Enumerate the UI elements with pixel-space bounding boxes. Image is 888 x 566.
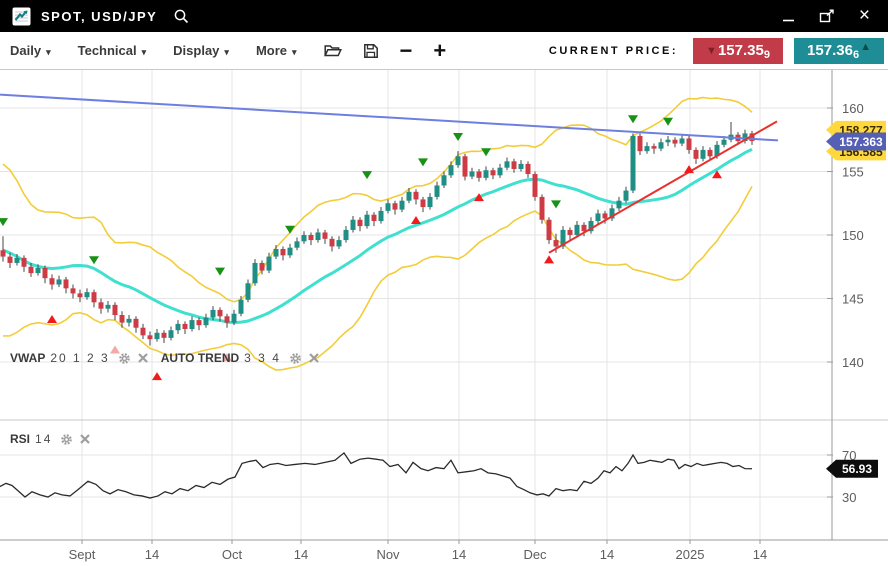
- vwap-line: [3, 149, 752, 322]
- sell-signal-icon: [89, 256, 99, 264]
- vwap-name: VWAP: [10, 351, 45, 365]
- svg-text:157.363: 157.363: [839, 135, 883, 149]
- time-axis-labels: Sept 14 Oct 14 Nov 14 Dec 14 2025 14: [69, 540, 768, 562]
- sell-signal-icon: [285, 226, 295, 234]
- time-tick-label: Oct: [222, 547, 243, 562]
- window-controls: ×: [782, 8, 876, 24]
- sell-signal-icon: [215, 268, 225, 276]
- buy-signal-icon: [152, 372, 162, 380]
- axes: [0, 70, 888, 540]
- time-tick-label: Sept: [69, 547, 96, 562]
- price-tick-label: 155: [842, 165, 864, 180]
- support-trendline: [549, 121, 777, 252]
- minimize-button[interactable]: [782, 8, 795, 24]
- last-price-tag: 157.363: [826, 132, 886, 150]
- grid-lines: [0, 70, 832, 540]
- rsi-line: [0, 453, 752, 498]
- current-price-area: CURRENT PRICE: ▼157.359 157.366▲: [549, 38, 884, 64]
- save-icon[interactable]: [363, 43, 379, 59]
- window-titlebar: SPOT, USD/JPY ×: [0, 0, 888, 32]
- chart-toolbar: Daily▾ Technical▾ Display▾ More▾ − + CUR…: [0, 32, 888, 70]
- time-tick-label: 14: [294, 547, 308, 562]
- svg-text:56.93: 56.93: [842, 462, 872, 476]
- buy-signal-icon: [411, 216, 421, 224]
- chart-area: 1601551501451407030Sept14Oct14Nov14Dec14…: [0, 70, 888, 566]
- rsi-settings-gear-icon[interactable]: [60, 433, 73, 446]
- rsi-tick-label: 30: [842, 490, 856, 505]
- buy-signal-icon: [47, 315, 57, 323]
- buy-price-pip: 6: [853, 49, 859, 61]
- sell-price-button[interactable]: ▼157.359: [693, 38, 783, 64]
- vwap-remove-icon[interactable]: [138, 353, 148, 363]
- window-title: SPOT, USD/JPY: [41, 9, 157, 24]
- auto-trend-name: AUTO TREND: [161, 351, 239, 365]
- sell-price-pip: 9: [764, 49, 770, 61]
- menu-more[interactable]: More▾: [256, 43, 297, 58]
- auto-trend-lines: [0, 95, 778, 253]
- time-tick-label: 2025: [676, 547, 705, 562]
- price-tick-label: 150: [842, 228, 864, 243]
- sell-signal-icon: [0, 218, 8, 226]
- resistance-trendline: [0, 95, 778, 141]
- auto-trend-settings-gear-icon[interactable]: [289, 352, 302, 365]
- sell-signal-icon: [628, 115, 638, 123]
- rsi-plot: [0, 453, 752, 498]
- current-price-label: CURRENT PRICE:: [549, 45, 678, 57]
- time-tick-label: 14: [452, 547, 466, 562]
- search-icon[interactable]: [173, 8, 190, 25]
- time-tick-label: Dec: [523, 547, 547, 562]
- time-tick-label: 14: [145, 547, 159, 562]
- vwap-line: [3, 149, 752, 322]
- popout-button[interactable]: [819, 8, 835, 24]
- zoom-out-button[interactable]: −: [400, 41, 413, 61]
- rsi-name: RSI: [10, 432, 30, 446]
- auto-trend-params: 3 3 4: [244, 351, 281, 365]
- sell-signal-icon: [481, 148, 491, 156]
- vwap-params: 20 1 2 3: [50, 351, 109, 365]
- sell-signal-icon: [551, 200, 561, 208]
- buy-price-button[interactable]: 157.366▲: [794, 38, 884, 64]
- rsi-params: 14: [35, 432, 52, 446]
- sell-signal-icon: [362, 171, 372, 179]
- zoom-in-button[interactable]: +: [433, 41, 446, 61]
- rsi-value-tag: 56.93: [826, 460, 878, 478]
- menu-technical[interactable]: Technical▾: [78, 43, 147, 58]
- chevron-down-icon: ▾: [224, 47, 229, 57]
- line-chart-app-icon: [12, 7, 31, 26]
- rsi-remove-icon[interactable]: [80, 434, 90, 444]
- buy-price-value: 157.36: [807, 42, 853, 59]
- vwap-indicator-label: VWAP 20 1 2 3 AUTO TREND 3 3 4: [10, 351, 326, 365]
- chart-window: SPOT, USD/JPY × Daily▾ Technical▾: [0, 0, 888, 566]
- chevron-down-icon: ▾: [46, 47, 51, 57]
- chevron-down-icon: ▾: [142, 47, 147, 57]
- time-tick-label: 14: [753, 547, 767, 562]
- candles: [1, 122, 755, 346]
- arrow-up-icon: ▲: [860, 41, 871, 53]
- price-tick-label: 140: [842, 355, 864, 370]
- signal-markers: [0, 115, 722, 380]
- price-tick-label: 145: [842, 292, 864, 307]
- price-axis-labels: 1601551501451407030: [827, 101, 864, 505]
- sell-price-value: 157.35: [718, 42, 764, 59]
- rsi-indicator-label: RSI 14: [10, 432, 97, 446]
- auto-trend-remove-icon[interactable]: [309, 353, 319, 363]
- sell-signal-icon: [453, 133, 463, 141]
- price-tick-label: 160: [842, 101, 864, 116]
- menu-timeframe[interactable]: Daily▾: [10, 43, 51, 58]
- time-tick-label: Nov: [376, 547, 400, 562]
- sell-signal-icon: [418, 158, 428, 166]
- close-button[interactable]: ×: [859, 8, 870, 24]
- sell-signal-icon: [663, 118, 673, 126]
- chevron-down-icon: ▾: [292, 47, 297, 57]
- menu-display[interactable]: Display▾: [173, 43, 229, 58]
- price-chart-canvas: 1601551501451407030Sept14Oct14Nov14Dec14…: [0, 70, 888, 566]
- arrow-down-icon: ▼: [706, 45, 717, 57]
- time-tick-label: 14: [600, 547, 614, 562]
- vwap-settings-gear-icon[interactable]: [118, 352, 131, 365]
- buy-signal-icon: [544, 255, 554, 263]
- open-folder-icon[interactable]: [324, 43, 342, 58]
